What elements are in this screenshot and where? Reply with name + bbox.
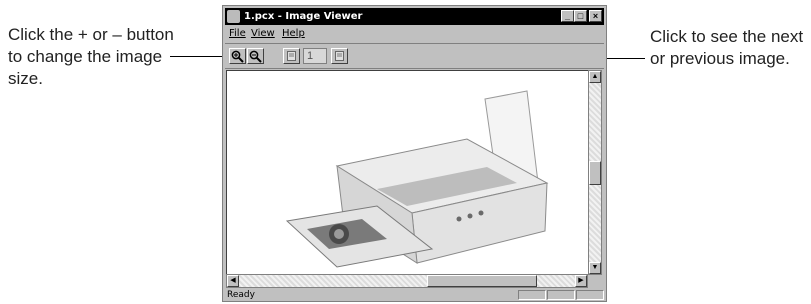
next-page-button[interactable]	[331, 48, 348, 64]
printer-image	[285, 90, 549, 268]
status-pane	[576, 290, 604, 300]
app-icon	[227, 10, 240, 23]
callout-navigation: Click to see the next or previous image.	[650, 27, 804, 68]
previous-page-button[interactable]	[283, 48, 300, 64]
toolbar: 1	[225, 43, 604, 69]
vertical-scrollbar[interactable]: ▲ ▼	[588, 70, 602, 275]
zoom-in-icon	[231, 50, 244, 63]
menu-help[interactable]: Help	[282, 28, 305, 39]
scroll-down-arrow[interactable]: ▼	[589, 262, 601, 274]
status-bar: Ready	[225, 289, 604, 301]
scroll-left-arrow[interactable]: ◀	[227, 275, 239, 287]
zoom-out-button[interactable]	[247, 48, 264, 64]
scroll-right-arrow[interactable]: ▶	[575, 275, 587, 287]
close-button[interactable]: ×	[589, 10, 602, 22]
horizontal-scroll-thumb[interactable]	[427, 275, 537, 287]
title-bar[interactable]: 1.pcx - Image Viewer _ □ ×	[225, 8, 604, 25]
menu-bar: File View Help	[225, 27, 604, 42]
window-title: 1.pcx - Image Viewer	[244, 11, 363, 22]
status-text: Ready	[227, 290, 255, 300]
callout-zoom: Click the + or – button to change the im…	[8, 25, 174, 88]
status-pane	[518, 290, 546, 300]
horizontal-scrollbar[interactable]: ◀ ▶	[226, 274, 588, 288]
menu-help-label: Help	[282, 28, 305, 39]
page-number-field[interactable]: 1	[303, 48, 327, 64]
menu-view[interactable]: View	[251, 28, 275, 39]
zoom-in-button[interactable]	[229, 48, 246, 64]
vertical-scroll-thumb[interactable]	[589, 161, 601, 185]
maximize-button[interactable]: □	[574, 10, 587, 22]
next-page-icon	[335, 51, 344, 61]
menu-view-label: View	[251, 28, 275, 39]
image-viewer-window: 1.pcx - Image Viewer _ □ × File View Hel…	[222, 5, 607, 302]
status-pane	[547, 290, 575, 300]
scroll-up-arrow[interactable]: ▲	[589, 71, 601, 83]
minimize-button[interactable]: _	[561, 10, 574, 22]
previous-page-icon	[287, 51, 296, 61]
menu-file-label: File	[229, 28, 246, 39]
zoom-out-icon	[249, 50, 262, 63]
image-viewport[interactable]	[226, 70, 589, 275]
menu-file[interactable]: File	[229, 28, 246, 39]
